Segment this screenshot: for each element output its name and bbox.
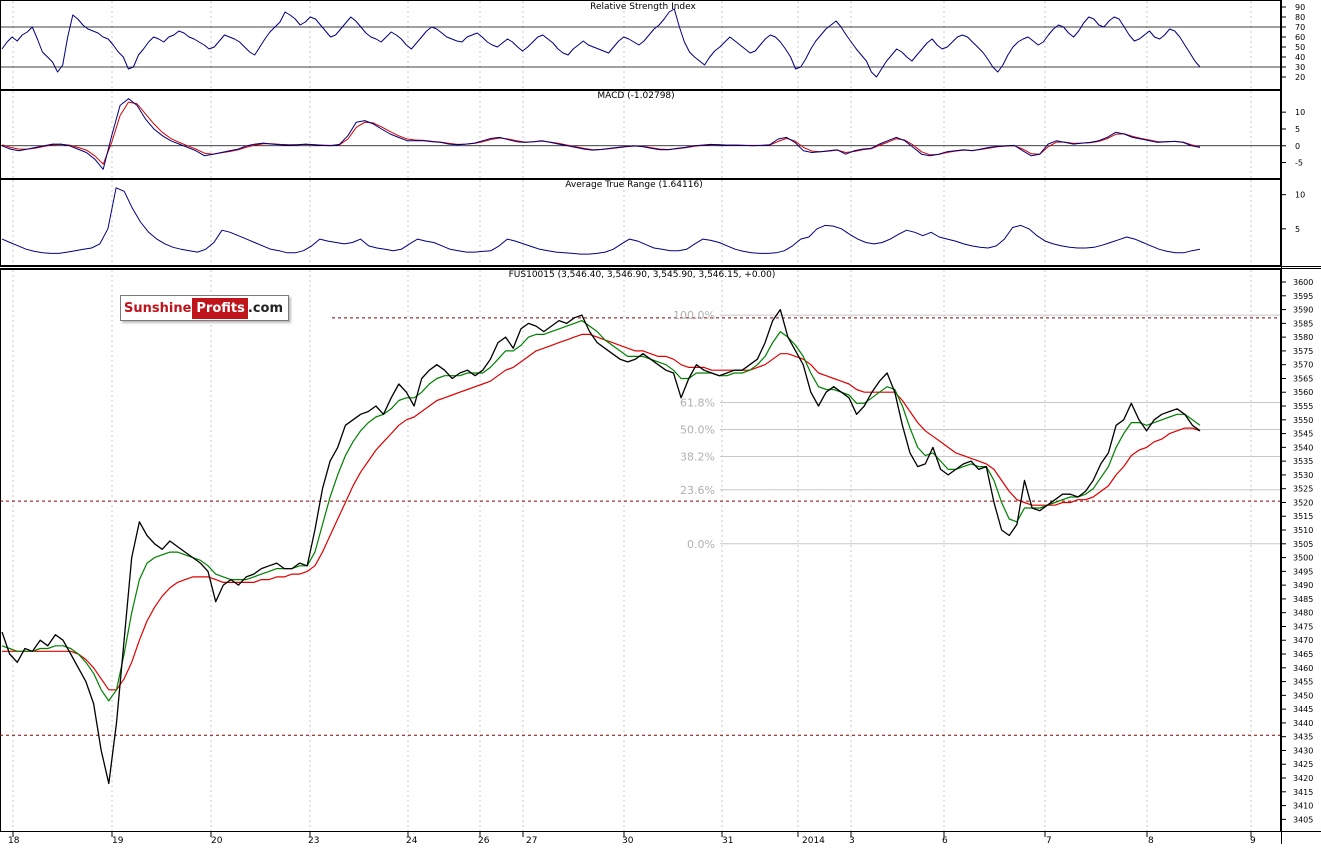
price-tick-label: 3465 — [1293, 650, 1313, 659]
fibonacci-level-label: 50.0% — [680, 423, 715, 436]
price-tick-label: 3505 — [1293, 540, 1313, 549]
price-tick-label: 3595 — [1293, 292, 1313, 301]
rsi-tick-label: 20 — [1295, 73, 1305, 82]
logo-text-sunshine: Sunshine — [121, 297, 193, 319]
price-tick-label: 3600 — [1293, 278, 1313, 287]
macd-tick-label: 10 — [1295, 108, 1305, 117]
fibonacci-level-label: 0.0% — [687, 538, 715, 551]
fibonacci-level-label: 23.6% — [680, 484, 715, 497]
price-tick-label: 3580 — [1293, 333, 1313, 342]
price-tick-label: 3435 — [1293, 733, 1313, 742]
price-tick-label: 3480 — [1293, 609, 1313, 618]
price-tick-label: 3590 — [1293, 306, 1313, 315]
x-tick-label: 18 — [8, 836, 20, 844]
macd-title: MACD (-1.02798) — [597, 91, 674, 101]
price-tick-label: 3500 — [1293, 554, 1313, 563]
price-tick-label: 3430 — [1293, 746, 1313, 755]
price-tick-label: 3520 — [1293, 498, 1313, 507]
x-tick-label: 30 — [622, 836, 634, 844]
panel-frame-1 — [0, 90, 1281, 179]
price-tick-label: 3455 — [1293, 678, 1313, 687]
x-tick-label: 27 — [526, 836, 537, 844]
price-tick-label: 3510 — [1293, 526, 1313, 535]
x-tick-label: 6 — [942, 836, 948, 844]
atr-tick-label: 10 — [1295, 191, 1305, 200]
price-tick-label: 3490 — [1293, 581, 1313, 590]
panel-frame-3 — [0, 269, 1281, 832]
fibonacci-level-label: 100.0% — [673, 309, 715, 322]
price-tick-label: 3445 — [1293, 705, 1313, 714]
price-tick-label: 3515 — [1293, 512, 1313, 521]
price-tick-label: 3410 — [1293, 802, 1313, 811]
fibonacci-level-label: 61.8% — [680, 396, 715, 409]
price-tick-label: 3415 — [1293, 788, 1313, 797]
x-tick-label: 7 — [1046, 836, 1052, 844]
price-tick-label: 3495 — [1293, 567, 1313, 576]
atr-tick-label: 5 — [1295, 225, 1300, 234]
rsi-tick-label: 80 — [1295, 13, 1305, 22]
x-tick-label: 3 — [849, 836, 855, 844]
price-tick-label: 3450 — [1293, 691, 1313, 700]
price-tick-label: 3460 — [1293, 664, 1313, 673]
price-title: FUS10015 (3,546.40, 3,546.90, 3,545.90, … — [509, 270, 776, 280]
price-tick-label: 3535 — [1293, 457, 1313, 466]
rsi-tick-label: 40 — [1295, 53, 1305, 62]
rsi-title: Relative Strength Index — [590, 2, 696, 12]
macd-tick-label: 0 — [1295, 142, 1300, 151]
x-tick-label: 31 — [722, 836, 733, 844]
x-tick-label: 9 — [1250, 836, 1256, 844]
rsi-tick-label: 50 — [1295, 43, 1305, 52]
price-tick-label: 3475 — [1293, 622, 1313, 631]
rsi-tick-label: 60 — [1295, 33, 1305, 42]
chart-svg: Relative Strength Index2030405060708090M… — [0, 0, 1321, 846]
fibonacci-level-label: 38.2% — [680, 450, 715, 463]
atr-title: Average True Range (1.64116) — [565, 180, 702, 190]
price-tick-label: 3545 — [1293, 430, 1313, 439]
price-tick-label: 3425 — [1293, 760, 1313, 769]
x-tick-label: 19 — [112, 836, 124, 844]
price-tick-label: 3405 — [1293, 815, 1313, 824]
price-tick-label: 3570 — [1293, 361, 1313, 370]
price-tick-label: 3555 — [1293, 402, 1313, 411]
price-tick-label: 3530 — [1293, 471, 1313, 480]
x-tick-label: 8 — [1148, 836, 1154, 844]
chart-area: Relative Strength Index 20 30 40 50 60 70 80 90 M… — [0, 0, 1321, 846]
x-tick-label: 20 — [211, 836, 223, 844]
panel-frame-0 — [0, 0, 1281, 90]
macd-tick-label: -5 — [1295, 159, 1303, 168]
macd-tick-label: 5 — [1295, 125, 1300, 134]
price-tick-label: 3440 — [1293, 719, 1313, 728]
x-tick-label: 26 — [478, 836, 490, 844]
rsi-tick-label: 90 — [1295, 3, 1305, 12]
price-tick-label: 3560 — [1293, 388, 1313, 397]
price-tick-label: 3420 — [1293, 774, 1313, 783]
x-tick-label: 23 — [308, 836, 319, 844]
price-tick-label: 3575 — [1293, 347, 1313, 356]
price-tick-label: 3525 — [1293, 485, 1313, 494]
price-tick-label: 3540 — [1293, 443, 1313, 452]
price-tick-label: 3550 — [1293, 416, 1313, 425]
rsi-tick-label: 30 — [1295, 63, 1305, 72]
price-tick-label: 3470 — [1293, 636, 1313, 645]
logo-text-domain: .com — [247, 297, 288, 319]
logo-text-profits: Profits — [192, 297, 248, 319]
sunshine-profits-logo: Sunshine Profits .com — [120, 295, 289, 321]
price-tick-label: 3585 — [1293, 319, 1313, 328]
x-tick-label: 24 — [406, 836, 418, 844]
panel-frame-2 — [0, 179, 1281, 266]
price-tick-label: 3565 — [1293, 374, 1313, 383]
price-tick-label: 3485 — [1293, 595, 1313, 604]
rsi-tick-label: 70 — [1295, 23, 1305, 32]
x-tick-label: 2014 — [802, 836, 825, 844]
